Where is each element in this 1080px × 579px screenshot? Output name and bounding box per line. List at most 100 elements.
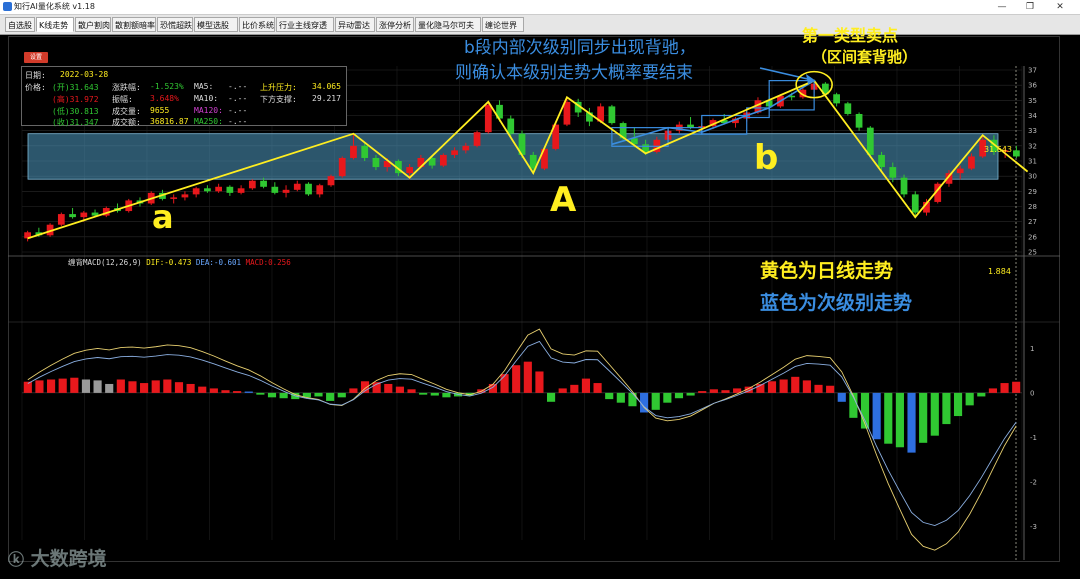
macd-bar — [140, 383, 149, 393]
macd-bar — [267, 392, 277, 398]
price-tick-label: 28 — [1028, 203, 1037, 211]
macd-bar — [791, 376, 800, 393]
candle-body — [833, 94, 840, 104]
resistance-label: 上升压力: — [260, 83, 297, 92]
macd-bar — [419, 392, 428, 395]
divergence-note-line1: b段内部次级别同步出现背驰， — [464, 38, 696, 58]
macd-dif: DIF:-0.473 — [146, 258, 192, 267]
candle-body — [282, 189, 290, 193]
support-label: 下方支撑: — [260, 95, 297, 104]
candle-body — [878, 154, 885, 168]
macd-bar — [442, 392, 451, 398]
macd-bar — [47, 379, 56, 393]
macd-bar — [512, 365, 521, 393]
ma5-value: -.-- — [228, 82, 248, 91]
macd-bar — [616, 392, 625, 403]
volume-label: 成交量: — [112, 107, 141, 116]
macd-bar — [593, 383, 602, 393]
macd-bar — [907, 392, 916, 453]
price-tick-label: 37 — [1028, 67, 1037, 75]
macd-bar — [581, 378, 591, 393]
candle-body — [911, 194, 919, 213]
legend-yellow-note: 黄色为日线走势 — [760, 260, 894, 282]
candle-body — [305, 183, 312, 195]
macd-bar — [1000, 383, 1009, 393]
macd-bar — [605, 392, 614, 400]
candle-body — [608, 106, 616, 124]
macd-bar — [163, 379, 172, 393]
macd-bar — [570, 384, 579, 393]
price-tick-label: 35 — [1028, 97, 1037, 105]
close-price: (收)31.347 — [52, 118, 99, 127]
date-label: 日期: — [25, 71, 46, 80]
macd-bar — [430, 392, 439, 396]
candle-body — [215, 186, 222, 192]
candle-body — [484, 104, 492, 133]
amplitude-label: 振幅: — [112, 95, 133, 104]
macd-tick-label: -1 — [1030, 434, 1037, 442]
macd-value: MACD:0.256 — [245, 258, 291, 267]
macd-bar — [767, 381, 777, 393]
macd-bar — [500, 374, 509, 393]
macd-bar — [209, 388, 218, 393]
macd-bar — [953, 392, 963, 417]
macd-bar — [977, 392, 986, 397]
candle-body — [350, 145, 357, 158]
candle-body — [1013, 150, 1020, 157]
macd-bar — [709, 389, 718, 393]
macd-bar — [395, 386, 404, 393]
legend-blue-note: 蓝色为次级别走势 — [760, 292, 913, 314]
macd-bar — [558, 388, 567, 393]
candle-body — [248, 180, 256, 189]
candle-body — [462, 145, 470, 151]
macd-bar — [116, 379, 125, 393]
candle-body — [563, 101, 571, 125]
ma120-label: MA120: — [194, 106, 223, 115]
macd-bar — [814, 384, 823, 393]
amplitude-value: 3.648% — [150, 94, 179, 103]
segment-a-label: a — [152, 198, 174, 236]
candle-body — [968, 156, 975, 169]
macd-bar — [221, 390, 230, 393]
macd-tick-label: 1 — [1030, 345, 1034, 353]
divergence-note-line2: 则确认本级别走势大概率要结束 — [455, 63, 693, 83]
candle-body — [361, 145, 369, 158]
macd-bar — [884, 392, 893, 444]
resistance-value: 34.065 — [312, 82, 341, 91]
macd-bar — [337, 392, 346, 398]
macd-bar — [547, 392, 556, 402]
macd-bar — [826, 385, 835, 393]
ma120-value: -.-- — [228, 106, 248, 115]
macd-bar — [779, 379, 788, 393]
sell-point-subtitle: （区间套背驰） — [812, 48, 918, 66]
macd-top-value: 1.884 — [988, 267, 1011, 276]
ma10-label: MA10: — [194, 94, 219, 103]
macd-bar — [988, 388, 997, 393]
candle-body — [69, 214, 76, 218]
candle-body — [260, 180, 267, 187]
candle-body — [844, 103, 852, 114]
ma10-value: -.-- — [228, 94, 248, 103]
macd-bar — [105, 383, 114, 393]
candle-body — [866, 127, 874, 155]
candle-body — [237, 188, 245, 193]
macd-bar — [198, 386, 207, 393]
high-price: (高)31.972 — [52, 95, 99, 104]
macd-bar — [186, 383, 195, 393]
macd-dea: DEA:-0.601 — [195, 258, 242, 267]
ma250-value: -.-- — [228, 117, 248, 126]
macd-bar — [93, 380, 102, 393]
sell-point-title: 第一类型卖点 — [802, 26, 899, 45]
macd-bar — [942, 392, 951, 425]
macd-bar — [256, 392, 265, 395]
candle-body — [293, 183, 301, 190]
price-tick-label: 33 — [1028, 127, 1037, 135]
macd-bar — [326, 392, 335, 401]
price-tick-label: 25 — [1028, 249, 1037, 257]
settings-button[interactable]: 设置 — [24, 52, 48, 63]
macd-bar — [651, 392, 660, 410]
macd-bar — [244, 391, 253, 393]
macd-bar — [35, 380, 44, 393]
watermark-logo-icon: ⓚ — [8, 550, 25, 569]
candle-body — [889, 167, 897, 178]
